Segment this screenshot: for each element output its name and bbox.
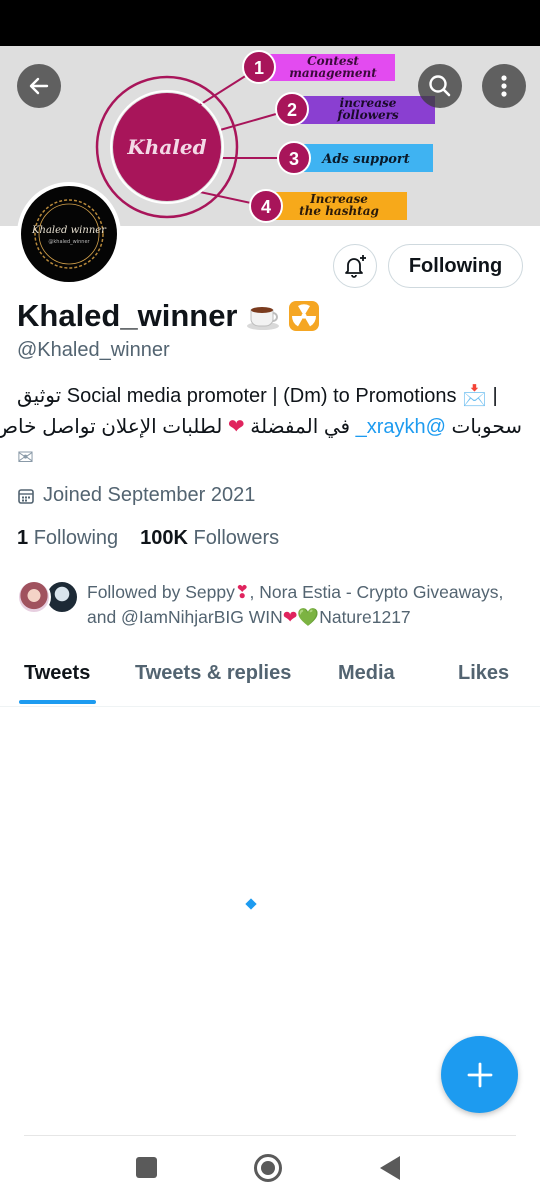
profile-tabs: Tweets Tweets & replies Media Likes <box>0 652 540 707</box>
heart-icon: ❤ <box>227 416 245 438</box>
back-button[interactable] <box>17 64 61 108</box>
banner-center-label: Khaled <box>126 135 206 159</box>
tab-media[interactable]: Media <box>338 662 395 685</box>
profile-bio: توثيق Social media promoter | (Dm) to Pr… <box>0 381 523 474</box>
display-name: Khaled_winner <box>17 298 320 334</box>
bio-text: سحوبات <box>445 416 523 438</box>
follow-stats: 1 Following 100K Followers <box>17 527 279 550</box>
banner-item-4-number: 4 <box>261 197 271 217</box>
green-heart-icon: 💚 <box>297 607 320 627</box>
followed-by-text: Followed by Seppy❣, Nora Estia - Crypto … <box>87 580 527 630</box>
followed-by[interactable]: Followed by Seppy❣, Nora Estia - Crypto … <box>17 580 527 630</box>
bio-line-2: سحوبات @xraykh_ في المفضلة ❤ لطلبات الإع… <box>0 412 523 443</box>
loading-spinner <box>245 898 257 910</box>
banner-item-4-line2: the hashtag <box>299 204 379 218</box>
following-button[interactable]: Following <box>388 244 523 288</box>
joined-date: Joined September 2021 <box>17 484 255 507</box>
avatar-logo: Khaled winner @khaled_winner <box>31 199 107 269</box>
bell-add-icon <box>345 255 366 278</box>
followers-count: 100K <box>140 527 188 549</box>
banner-item-3-line1: Ads support <box>320 152 410 167</box>
system-back-button[interactable] <box>380 1156 400 1180</box>
followed-by-avatars <box>17 580 79 614</box>
more-vertical-icon <box>501 75 507 97</box>
active-tab-indicator <box>19 700 96 704</box>
radioactive-icon <box>288 301 319 331</box>
banner-item-3-number: 3 <box>289 149 299 169</box>
back-arrow-icon <box>29 77 49 95</box>
joined-text: Joined September 2021 <box>43 484 256 506</box>
banner-item-1-line2: management <box>289 66 377 80</box>
bio-line-1: توثيق Social media promoter | (Dm) to Pr… <box>17 385 498 407</box>
banner-item-2-number: 2 <box>287 100 297 120</box>
display-name-text: Khaled_winner <box>17 298 238 333</box>
followed-by-prefix: Followed by Seppy <box>87 582 235 602</box>
avatar-name-text: Khaled winner <box>31 225 107 236</box>
plus-icon <box>467 1062 492 1087</box>
user-handle: @Khaled_winner <box>17 339 170 361</box>
heart-icon: ❣ <box>234 582 250 602</box>
heart-icon: ❤ <box>282 607 298 627</box>
bio-text: في المفضلة <box>244 416 356 438</box>
following-count: 1 <box>17 527 29 549</box>
notifications-toggle-button[interactable] <box>333 244 377 288</box>
coffee-cup-icon <box>246 307 279 330</box>
banner-item-2-line2: followers <box>336 108 399 122</box>
followed-by-suffix: Nature1217 <box>319 607 411 627</box>
home-button[interactable] <box>254 1154 282 1182</box>
profile-avatar-frame[interactable]: Khaled winner @khaled_winner <box>17 182 121 286</box>
search-button[interactable] <box>418 64 462 108</box>
banner-item-1-number: 1 <box>254 58 264 78</box>
status-bar <box>0 0 540 46</box>
tab-tweets[interactable]: Tweets <box>24 662 90 685</box>
search-icon <box>429 75 451 97</box>
recent-apps-button[interactable] <box>136 1157 157 1178</box>
avatar: Khaled winner @khaled_winner <box>21 186 117 282</box>
nav-divider <box>24 1135 516 1136</box>
envelope-icon: ✉ <box>17 447 34 469</box>
tab-likes[interactable]: Likes <box>458 662 509 685</box>
followers-label: Followers <box>193 527 280 549</box>
compose-tweet-button[interactable] <box>441 1036 518 1113</box>
following-label: Following <box>33 527 119 549</box>
following-stat[interactable]: 1 Following <box>17 527 118 550</box>
more-options-button[interactable] <box>482 64 526 108</box>
bio-mention-link[interactable]: @xraykh_ <box>356 416 446 438</box>
calendar-icon <box>18 488 34 504</box>
avatar <box>17 580 51 614</box>
home-icon <box>261 1161 275 1175</box>
avatar-handle-text: @khaled_winner <box>48 239 90 245</box>
tab-tweets-replies[interactable]: Tweets & replies <box>135 662 291 685</box>
followers-stat[interactable]: 100K Followers <box>140 527 279 550</box>
bio-text: لطلبات الإعلان تواصل خاص <box>0 416 228 438</box>
